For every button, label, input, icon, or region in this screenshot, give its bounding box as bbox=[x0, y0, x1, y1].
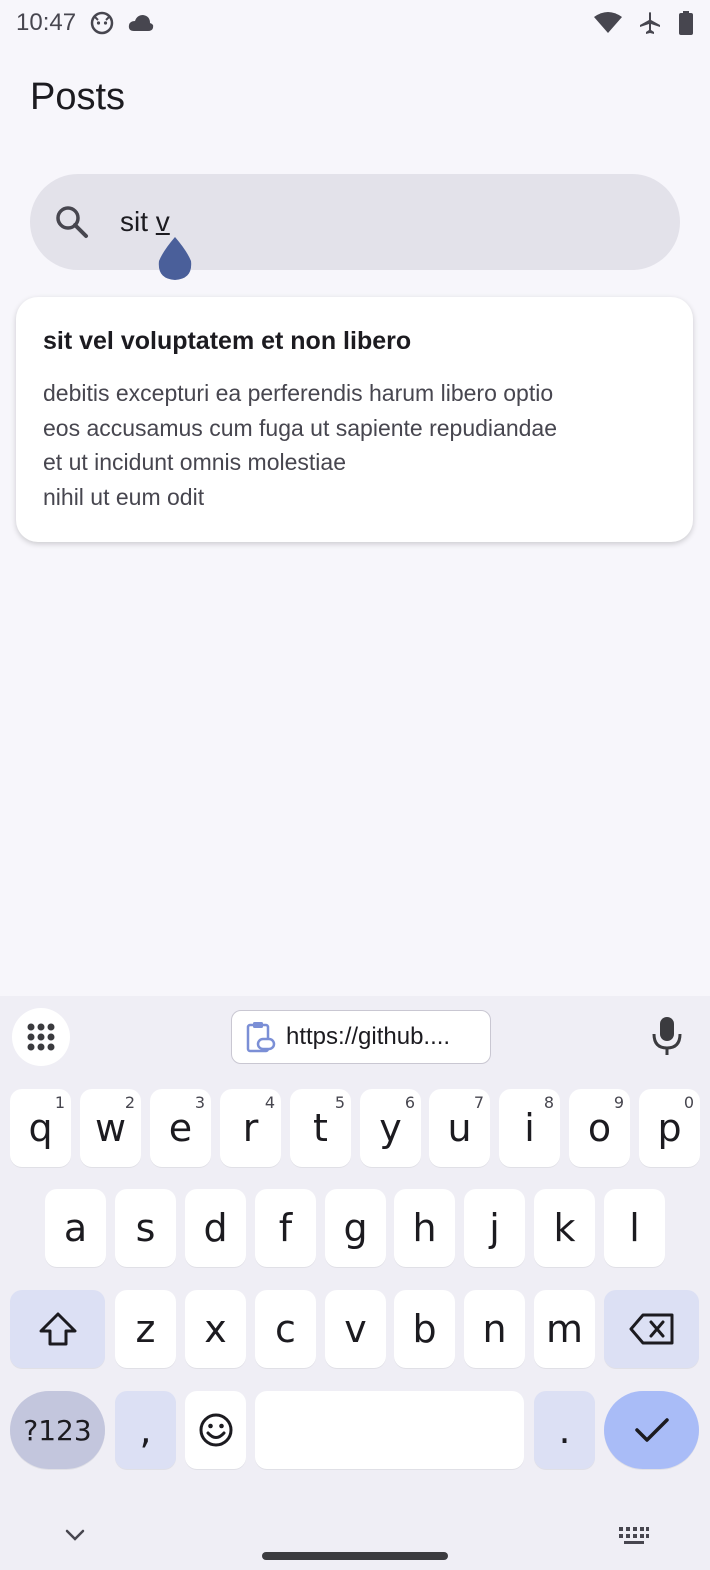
enter-key[interactable] bbox=[604, 1391, 699, 1469]
search-input[interactable]: sit v bbox=[30, 174, 680, 270]
key-v[interactable]: v bbox=[325, 1290, 386, 1368]
key-f[interactable]: f bbox=[255, 1189, 316, 1267]
page-title: Posts bbox=[30, 76, 126, 118]
key-q-hint: 1 bbox=[54, 1093, 65, 1112]
search-typed-text: sit bbox=[120, 206, 156, 237]
key-i-label: i bbox=[524, 1106, 535, 1150]
key-p-label: p bbox=[657, 1106, 682, 1150]
key-y[interactable]: y6 bbox=[360, 1089, 421, 1167]
key-g[interactable]: g bbox=[325, 1189, 386, 1267]
key-r-hint: 4 bbox=[264, 1093, 275, 1112]
key-d[interactable]: d bbox=[185, 1189, 246, 1267]
checkmark-icon bbox=[634, 1418, 669, 1442]
post-body-line: et ut incidunt omnis molestiae bbox=[43, 449, 346, 475]
post-body-line: eos accusamus cum fuga ut sapiente repud… bbox=[43, 414, 557, 441]
key-s[interactable]: s bbox=[115, 1189, 176, 1267]
symbols-key[interactable]: ?123 bbox=[10, 1391, 105, 1469]
key-o-label: o bbox=[587, 1106, 612, 1150]
key-o-hint: 9 bbox=[613, 1093, 624, 1112]
key-a[interactable]: a bbox=[45, 1189, 106, 1267]
soft-keyboard: https://github.... q1 w2 e3 r4 t5 y6 u7 … bbox=[0, 996, 710, 1570]
key-n[interactable]: n bbox=[464, 1290, 525, 1368]
key-y-label: y bbox=[379, 1106, 402, 1150]
key-u-label: u bbox=[447, 1106, 472, 1150]
key-x[interactable]: x bbox=[185, 1290, 246, 1368]
search-composing-text: v bbox=[155, 206, 170, 237]
keyboard-toolbar: https://github.... bbox=[0, 996, 710, 1082]
key-o[interactable]: o9 bbox=[569, 1089, 630, 1167]
key-p-hint: 0 bbox=[683, 1093, 694, 1112]
navigation-bar bbox=[0, 1504, 710, 1570]
comma-key[interactable]: , bbox=[115, 1391, 176, 1469]
microphone-icon[interactable] bbox=[650, 1016, 684, 1056]
key-i[interactable]: i8 bbox=[499, 1089, 560, 1167]
key-k[interactable]: k bbox=[534, 1189, 595, 1267]
key-r[interactable]: r4 bbox=[220, 1089, 281, 1167]
period-key[interactable]: . bbox=[534, 1391, 595, 1469]
key-u[interactable]: u7 bbox=[429, 1089, 490, 1167]
chevron-down-icon[interactable] bbox=[62, 1526, 88, 1544]
grid-icon bbox=[27, 1023, 55, 1051]
key-h[interactable]: h bbox=[394, 1189, 455, 1267]
battery-icon bbox=[678, 11, 694, 35]
android-face-icon bbox=[90, 11, 114, 35]
key-c[interactable]: c bbox=[255, 1290, 316, 1368]
key-i-hint: 8 bbox=[543, 1093, 554, 1112]
wifi-icon bbox=[594, 12, 622, 34]
key-e-hint: 3 bbox=[194, 1093, 205, 1112]
backspace-key[interactable] bbox=[604, 1290, 699, 1368]
key-q-label: q bbox=[28, 1106, 53, 1150]
key-y-hint: 6 bbox=[404, 1093, 415, 1112]
post-body: debitis excepturi ea perferendis harum l… bbox=[43, 376, 666, 514]
post-body-line: debitis excepturi ea perferendis harum l… bbox=[43, 380, 554, 406]
emoji-icon bbox=[199, 1413, 232, 1447]
post-card[interactable]: sit vel voluptatem et non libero debitis… bbox=[16, 297, 693, 542]
keyboard-apps-button[interactable] bbox=[12, 1008, 70, 1066]
text-cursor-handle[interactable] bbox=[157, 237, 193, 281]
key-m[interactable]: m bbox=[534, 1290, 595, 1368]
key-j[interactable]: j bbox=[464, 1189, 525, 1267]
emoji-key[interactable] bbox=[185, 1391, 246, 1469]
key-l[interactable]: l bbox=[604, 1189, 665, 1267]
key-t-hint: 5 bbox=[334, 1093, 345, 1112]
shift-key[interactable] bbox=[10, 1290, 105, 1368]
key-p[interactable]: p0 bbox=[639, 1089, 700, 1167]
key-e-label: e bbox=[168, 1106, 193, 1150]
clipboard-suggestion-chip[interactable]: https://github.... bbox=[231, 1010, 491, 1064]
post-title: sit vel voluptatem et non libero bbox=[43, 327, 412, 355]
key-t[interactable]: t5 bbox=[290, 1089, 351, 1167]
search-icon bbox=[56, 206, 88, 238]
key-w-hint: 2 bbox=[124, 1093, 135, 1112]
clipboard-text: https://github.... bbox=[286, 1023, 451, 1050]
status-time: 10:47 bbox=[16, 9, 77, 36]
key-w-label: w bbox=[94, 1106, 127, 1150]
key-b[interactable]: b bbox=[394, 1290, 455, 1368]
key-w[interactable]: w2 bbox=[80, 1089, 141, 1167]
shift-icon bbox=[39, 1312, 76, 1346]
airplane-icon bbox=[638, 11, 662, 35]
status-bar: 10:47 bbox=[0, 0, 710, 46]
cloud-icon bbox=[128, 14, 154, 32]
space-key[interactable] bbox=[255, 1391, 524, 1469]
post-body-line: nihil ut eum odit bbox=[43, 483, 205, 510]
keyboard-icon[interactable] bbox=[618, 1526, 650, 1546]
home-gesture-pill[interactable] bbox=[262, 1552, 448, 1560]
search-query: sit v bbox=[120, 206, 170, 238]
key-z[interactable]: z bbox=[115, 1290, 176, 1368]
clipboard-link-icon bbox=[246, 1022, 276, 1053]
key-t-label: t bbox=[313, 1106, 328, 1150]
key-r-label: r bbox=[242, 1106, 259, 1150]
backspace-icon bbox=[629, 1313, 673, 1345]
key-e[interactable]: e3 bbox=[150, 1089, 211, 1167]
key-u-hint: 7 bbox=[473, 1093, 484, 1112]
key-q[interactable]: q1 bbox=[10, 1089, 71, 1167]
